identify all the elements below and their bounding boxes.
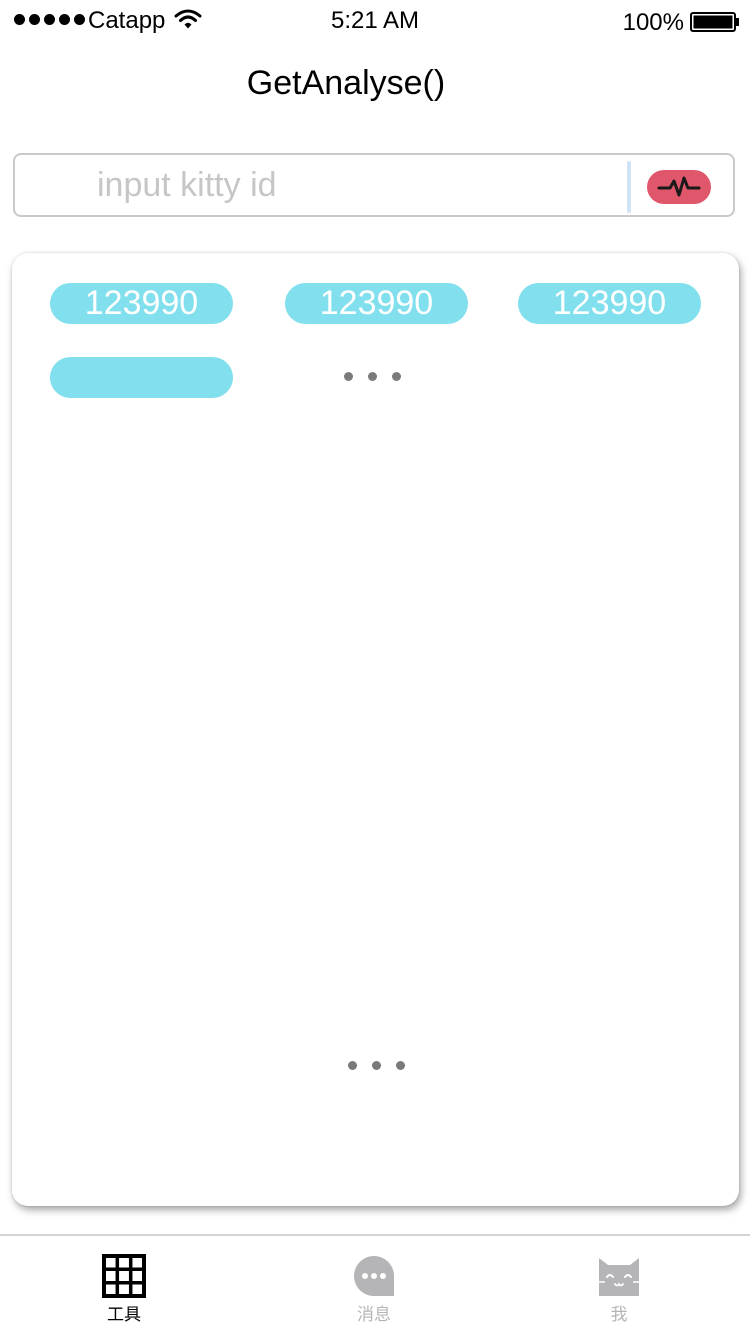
tab-bar: 工具 消息 我	[0, 1234, 750, 1334]
app-screen: Catapp 5:21 AM 100% GetAnalyse() 123990 …	[0, 0, 750, 1334]
cat-icon	[599, 1258, 639, 1296]
page-title: GetAnalyse()	[246, 64, 446, 102]
status-bar: Catapp 5:21 AM 100%	[0, 0, 750, 42]
tab-messages-label: 消息	[357, 1305, 391, 1325]
battery-percentage: 100%	[622, 9, 684, 36]
pulse-icon	[657, 176, 701, 197]
kitty-id-input[interactable]	[97, 161, 617, 209]
more-indicator	[344, 372, 401, 381]
kitty-id-chip[interactable]: 123990	[285, 283, 468, 324]
loading-indicator	[348, 1061, 405, 1070]
kitty-id-chip[interactable]	[50, 357, 233, 398]
cursor-divider	[627, 161, 631, 213]
kitty-id-chip[interactable]: 123990	[518, 283, 701, 324]
tab-me-label: 我	[610, 1305, 628, 1325]
message-icon	[354, 1256, 394, 1296]
grid-icon	[102, 1254, 146, 1298]
kitty-id-chip[interactable]: 123990	[50, 283, 233, 324]
search-bar	[13, 153, 735, 217]
tab-me[interactable]: 我	[559, 1236, 679, 1334]
results-card: 123990 123990 123990	[12, 253, 739, 1206]
battery-icon	[690, 12, 739, 32]
tab-tools-label: 工具	[107, 1305, 141, 1325]
analyse-button[interactable]	[647, 170, 711, 204]
tab-messages[interactable]: 消息	[314, 1236, 434, 1334]
tab-tools[interactable]: 工具	[64, 1236, 184, 1334]
